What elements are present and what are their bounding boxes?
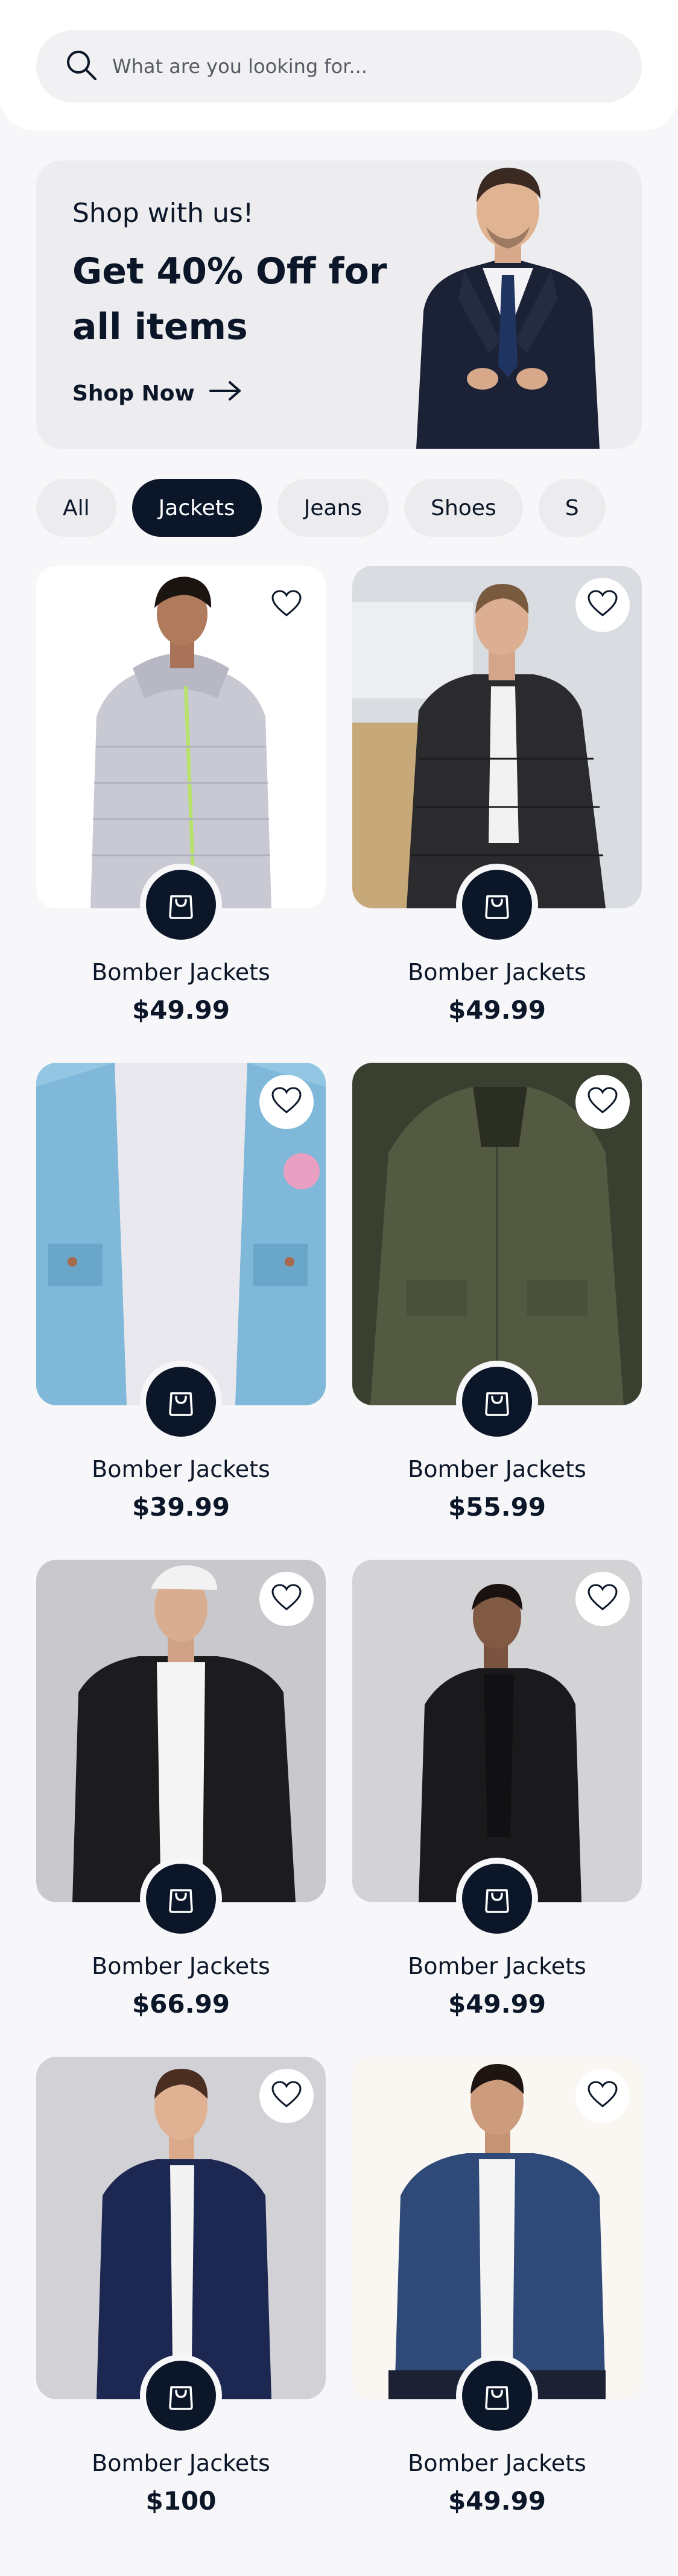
search-input[interactable]: What are you looking for... bbox=[112, 55, 367, 78]
add-to-bag-button[interactable] bbox=[146, 1864, 216, 1934]
arrow-right-icon bbox=[195, 379, 243, 408]
product-price: $66.99 bbox=[131, 1989, 230, 2019]
add-to-bag-button[interactable] bbox=[146, 870, 216, 940]
product-card[interactable]: Bomber Jackets $66.99 bbox=[36, 1560, 326, 2042]
banner-model-image bbox=[374, 160, 642, 449]
favorite-button[interactable] bbox=[575, 2069, 630, 2123]
product-price: $49.99 bbox=[448, 2486, 547, 2516]
product-card[interactable]: Bomber Jackets $39.99 bbox=[36, 1063, 326, 1545]
product-name: Bomber Jackets bbox=[408, 2450, 586, 2476]
add-to-bag-button[interactable] bbox=[462, 1864, 532, 1934]
product-card[interactable]: Bomber Jackets $55.99 bbox=[352, 1063, 642, 1545]
shopping-bag-icon bbox=[164, 887, 198, 923]
search-icon bbox=[64, 48, 99, 85]
banner-eyebrow: Shop with us! bbox=[72, 198, 254, 229]
product-name: Bomber Jackets bbox=[92, 1456, 270, 1483]
favorite-button[interactable] bbox=[575, 1572, 630, 1626]
shopping-bag-icon bbox=[164, 2378, 198, 2414]
category-chips: All Jackets Jeans Shoes S bbox=[36, 479, 678, 537]
heart-icon bbox=[271, 1584, 302, 1614]
product-name: Bomber Jackets bbox=[92, 2450, 270, 2476]
favorite-button[interactable] bbox=[259, 578, 314, 632]
add-to-bag-button[interactable] bbox=[462, 870, 532, 940]
search-bar[interactable]: What are you looking for... bbox=[36, 30, 642, 103]
product-name: Bomber Jackets bbox=[408, 1953, 586, 1979]
heart-icon bbox=[271, 1087, 302, 1117]
shopping-bag-icon bbox=[480, 1384, 514, 1420]
heart-icon bbox=[271, 590, 302, 620]
product-name: Bomber Jackets bbox=[408, 1456, 586, 1483]
shop-now-button[interactable]: Shop Now bbox=[72, 379, 243, 408]
product-price: $49.99 bbox=[448, 995, 547, 1025]
shop-now-label: Shop Now bbox=[72, 381, 195, 406]
chip-more[interactable]: S bbox=[538, 479, 606, 537]
header-card: What are you looking for... bbox=[0, 0, 678, 130]
chip-jeans[interactable]: Jeans bbox=[277, 479, 389, 537]
add-to-bag-button[interactable] bbox=[146, 1367, 216, 1437]
shop-screen: What are you looking for... Shop with us… bbox=[0, 0, 678, 2576]
chip-shoes[interactable]: Shoes bbox=[404, 479, 523, 537]
add-to-bag-button[interactable] bbox=[462, 2361, 532, 2431]
product-name: Bomber Jackets bbox=[408, 959, 586, 986]
favorite-button[interactable] bbox=[259, 1572, 314, 1626]
product-price: $39.99 bbox=[131, 1492, 230, 1522]
product-card[interactable]: Bomber Jackets $49.99 bbox=[352, 2057, 642, 2539]
shopping-bag-icon bbox=[480, 1881, 514, 1917]
favorite-button[interactable] bbox=[575, 1075, 630, 1129]
product-card[interactable]: Bomber Jackets $49.99 bbox=[36, 566, 326, 1048]
favorite-button[interactable] bbox=[259, 2069, 314, 2123]
product-name: Bomber Jackets bbox=[92, 1953, 270, 1979]
heart-icon bbox=[587, 1087, 618, 1117]
shopping-bag-icon bbox=[480, 2378, 514, 2414]
product-name: Bomber Jackets bbox=[92, 959, 270, 986]
chip-all[interactable]: All bbox=[36, 479, 116, 537]
favorite-button[interactable] bbox=[575, 578, 630, 632]
product-price: $49.99 bbox=[131, 995, 230, 1025]
add-to-bag-button[interactable] bbox=[462, 1367, 532, 1437]
chip-jackets[interactable]: Jackets bbox=[131, 479, 262, 537]
promo-banner[interactable]: Shop with us! Get 40% Off for all items … bbox=[36, 160, 642, 449]
product-card[interactable]: Bomber Jackets $100 bbox=[36, 2057, 326, 2539]
product-price: $55.99 bbox=[448, 1492, 547, 1522]
product-price: $49.99 bbox=[448, 1989, 547, 2019]
add-to-bag-button[interactable] bbox=[146, 2361, 216, 2431]
heart-icon bbox=[271, 2081, 302, 2111]
heart-icon bbox=[587, 2081, 618, 2111]
product-card[interactable]: Bomber Jackets $49.99 bbox=[352, 1560, 642, 2042]
product-price: $100 bbox=[145, 2486, 217, 2516]
product-card[interactable]: Bomber Jackets $49.99 bbox=[352, 566, 642, 1048]
heart-icon bbox=[587, 590, 618, 620]
shopping-bag-icon bbox=[164, 1384, 198, 1420]
shopping-bag-icon bbox=[480, 887, 514, 923]
banner-title: Get 40% Off for all items bbox=[72, 250, 387, 348]
heart-icon bbox=[587, 1584, 618, 1614]
shopping-bag-icon bbox=[164, 1881, 198, 1917]
favorite-button[interactable] bbox=[259, 1075, 314, 1129]
